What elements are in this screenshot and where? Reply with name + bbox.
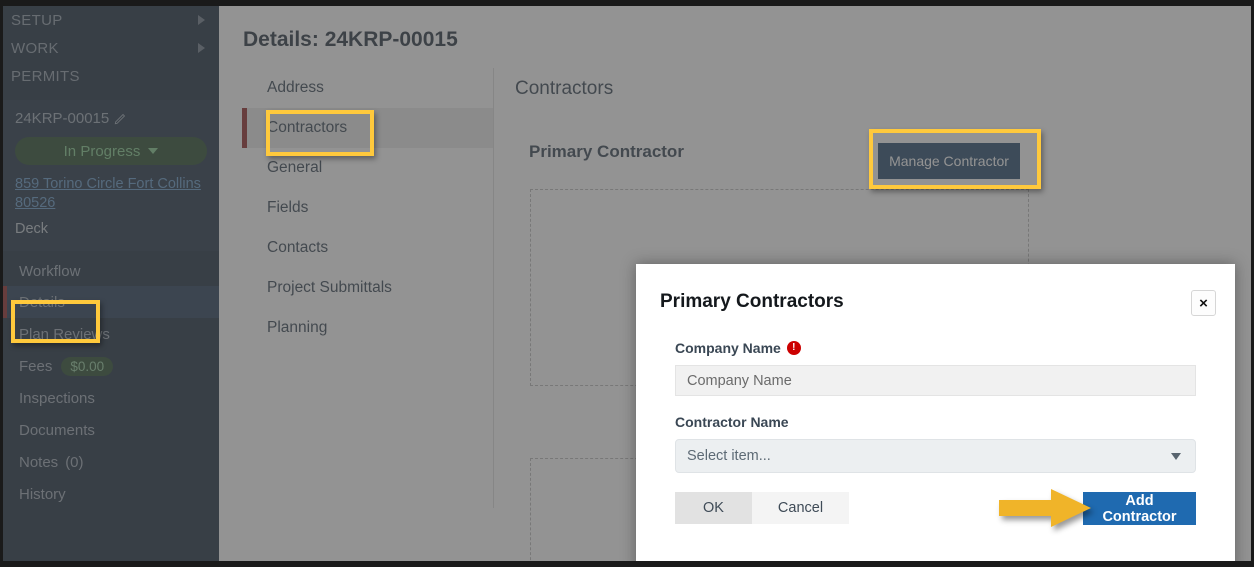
highlight-box-manage-contractor: [869, 129, 1041, 189]
cancel-button[interactable]: Cancel: [752, 492, 849, 524]
chevron-down-icon: [1171, 452, 1181, 460]
close-icon[interactable]: ×: [1191, 290, 1216, 316]
primary-contractors-dialog: Primary Contractors × Company Name ! Con…: [636, 264, 1235, 561]
application-window: SETUP WORK PERMITS 24KRP-00015 In Progre…: [3, 6, 1251, 561]
highlight-box-contractors: [266, 110, 374, 156]
arrow-annotation-icon: [999, 487, 1091, 529]
screenshot-frame: SETUP WORK PERMITS 24KRP-00015 In Progre…: [0, 0, 1254, 567]
highlight-box-details: [11, 300, 100, 343]
contractor-name-label: Contractor Name: [675, 414, 789, 430]
dialog-title: Primary Contractors: [660, 291, 844, 312]
company-name-label: Company Name !: [675, 340, 801, 356]
contractor-name-label-text: Contractor Name: [675, 414, 789, 430]
contractor-name-select-value: Select item...: [687, 448, 771, 464]
add-contractor-button[interactable]: Add Contractor: [1083, 492, 1196, 525]
ok-button[interactable]: OK: [675, 492, 752, 524]
company-name-input[interactable]: [675, 365, 1196, 396]
company-name-label-text: Company Name: [675, 340, 781, 356]
contractor-name-select[interactable]: Select item...: [675, 439, 1196, 473]
required-exclamation-icon: !: [786, 341, 801, 355]
